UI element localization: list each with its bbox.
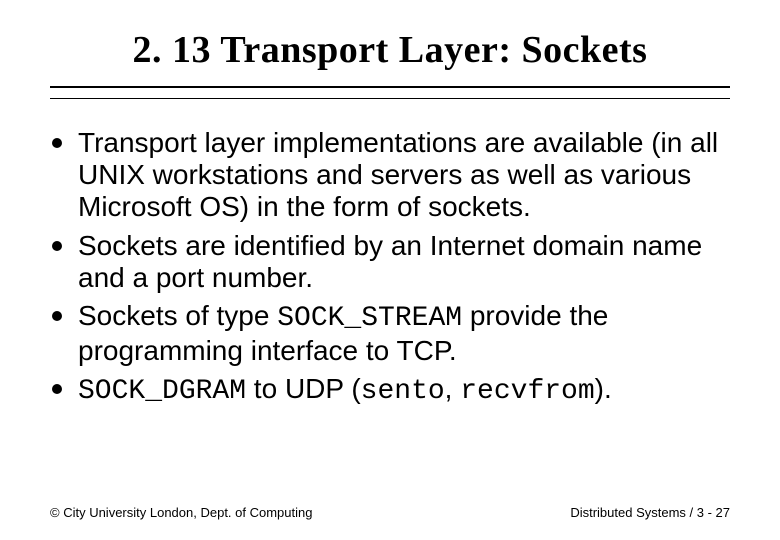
bullet-list: Transport layer implementations are avai… [50, 127, 730, 409]
footer-left: © City University London, Dept. of Compu… [50, 505, 312, 520]
slide-title: 2. 13 Transport Layer: Sockets [50, 28, 730, 72]
bullet-text: , [445, 373, 461, 404]
code-sock-stream: SOCK_STREAM [277, 303, 462, 334]
bullet-text: Sockets are identified by an Internet do… [78, 230, 702, 293]
bullet-item: Sockets of type SOCK_STREAM provide the … [72, 300, 730, 367]
title-rule-thick [50, 86, 730, 88]
footer-right: Distributed Systems / 3 - 27 [570, 505, 730, 520]
code-sock-dgram: SOCK_DGRAM [78, 376, 246, 407]
bullet-item: SOCK_DGRAM to UDP (sento, recvfrom). [72, 373, 730, 408]
bullet-item: Sockets are identified by an Internet do… [72, 230, 730, 294]
footer: © City University London, Dept. of Compu… [50, 505, 730, 520]
code-recvfrom: recvfrom [460, 376, 594, 407]
bullet-text: Transport layer implementations are avai… [78, 127, 718, 222]
bullet-item: Transport layer implementations are avai… [72, 127, 730, 224]
code-sento: sento [361, 376, 445, 407]
bullet-text: ). [595, 373, 612, 404]
bullet-text: Sockets of type [78, 300, 277, 331]
title-rule-thin [50, 98, 730, 99]
bullet-text: to UDP ( [246, 373, 361, 404]
slide: 2. 13 Transport Layer: Sockets Transport… [0, 0, 780, 540]
